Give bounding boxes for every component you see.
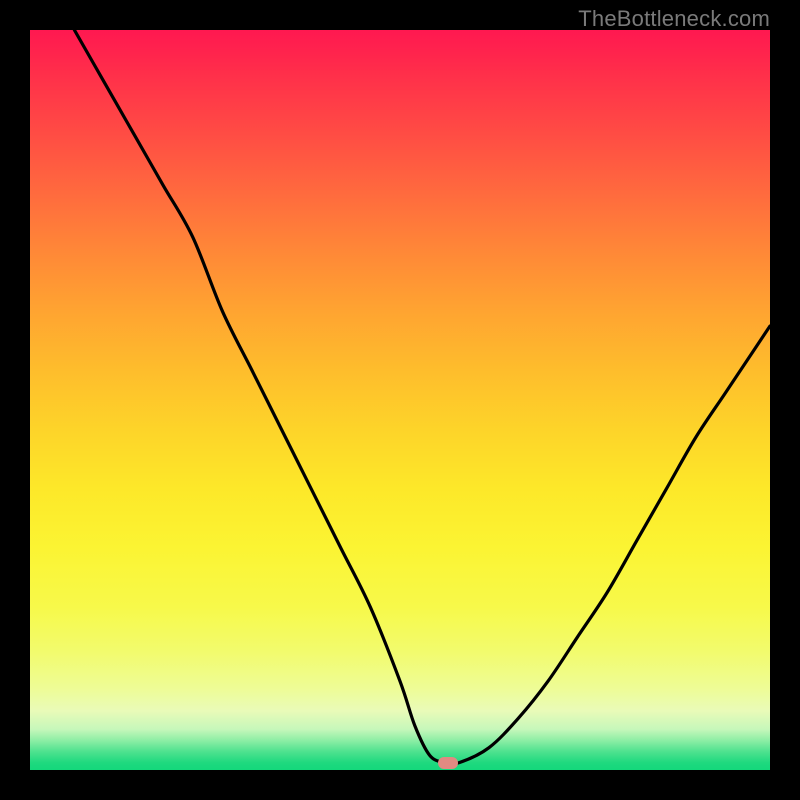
plot-area [30, 30, 770, 770]
minimum-marker [438, 757, 458, 769]
watermark-text: TheBottleneck.com [578, 6, 770, 32]
bottleneck-curve [30, 30, 770, 770]
chart-stage: TheBottleneck.com [0, 0, 800, 800]
